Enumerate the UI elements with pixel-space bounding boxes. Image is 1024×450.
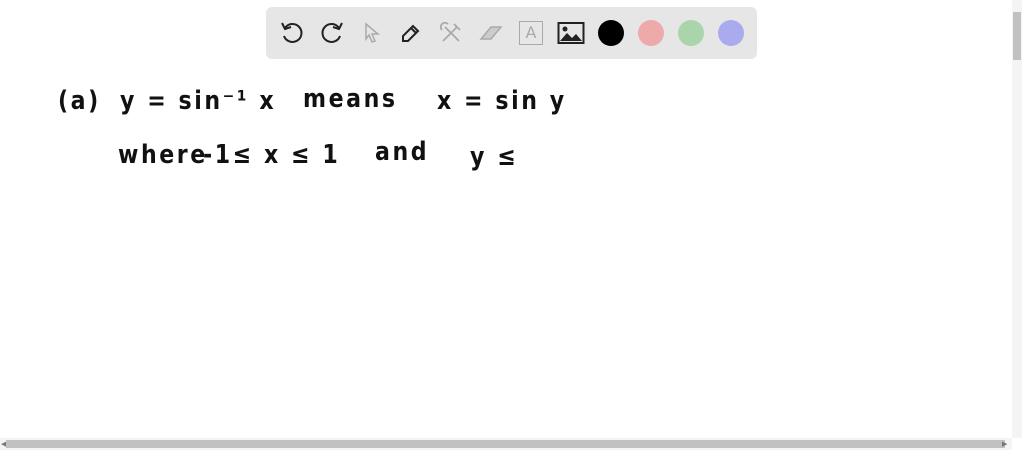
word-where: where <box>118 140 208 170</box>
tools-button[interactable] <box>437 19 465 47</box>
pen-button[interactable] <box>397 19 425 47</box>
equation-sin: x = sin y <box>437 86 567 116</box>
eraser-icon <box>479 26 503 40</box>
image-icon <box>557 22 585 44</box>
text-icon: A <box>519 21 543 45</box>
color-green[interactable] <box>678 20 704 46</box>
pointer-icon <box>365 22 381 43</box>
range-condition: y ≤ <box>470 142 519 172</box>
part-label: (a) <box>58 86 101 116</box>
eraser-button[interactable] <box>477 19 505 47</box>
undo-button[interactable] <box>278 19 306 47</box>
redo-icon <box>321 22 343 43</box>
horizontal-scrollbar[interactable]: ◀ ▶ <box>0 438 1012 450</box>
text-button[interactable]: A <box>517 19 545 47</box>
select-button[interactable] <box>358 19 386 47</box>
word-and: and <box>375 137 430 167</box>
color-red[interactable] <box>638 20 664 46</box>
pen-icon <box>402 24 420 42</box>
drawing-toolbar: A <box>266 7 757 59</box>
word-means: means <box>303 84 398 114</box>
color-black[interactable] <box>598 20 624 46</box>
image-button[interactable] <box>557 19 585 47</box>
scroll-right-icon[interactable]: ▶ <box>1002 440 1007 448</box>
domain-condition: -1≤ x ≤ 1 <box>203 140 341 170</box>
tools-icon <box>439 21 461 42</box>
vertical-scrollbar[interactable] <box>1012 0 1022 438</box>
horizontal-scroll-thumb[interactable] <box>6 440 1005 448</box>
vertical-scroll-thumb[interactable] <box>1013 12 1021 60</box>
color-blue[interactable] <box>718 20 744 46</box>
redo-button[interactable] <box>318 19 346 47</box>
equation-arcsin: y = sin⁻¹ x <box>120 86 277 116</box>
undo-icon <box>281 22 303 43</box>
